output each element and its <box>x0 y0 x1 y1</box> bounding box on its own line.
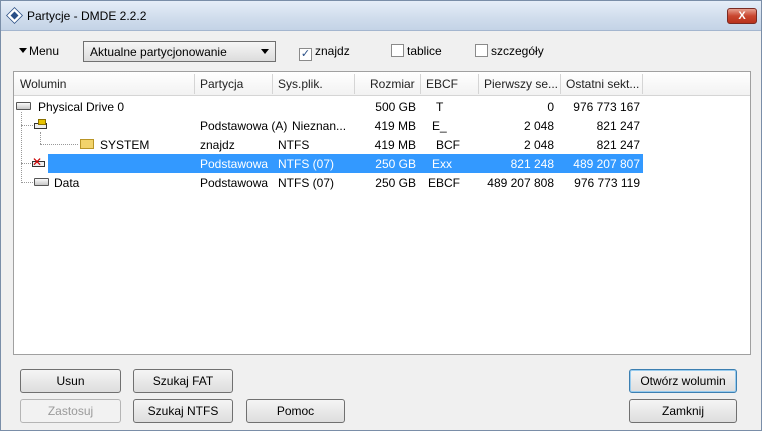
list-header: Wolumin Partycja Sys.plik. Rozmiar EBCF … <box>14 72 750 96</box>
title-bar: Partycje - DMDE 2.2.2 X <box>1 1 761 31</box>
checkbox-znajdz[interactable]: ✓ znajdz <box>299 44 350 61</box>
table-row-selected[interactable]: ✕ Podstawowa NTFS (07) 250 GB Exx 821 24… <box>14 154 750 173</box>
chevron-down-icon <box>261 49 269 54</box>
column-header-last-sector[interactable]: Ostatni sekt... <box>566 77 639 91</box>
app-icon <box>6 7 23 24</box>
table-row[interactable]: Podstawowa (A) Nieznan... 419 MB E_ 2 04… <box>14 116 750 135</box>
column-header-partycja[interactable]: Partycja <box>200 77 243 91</box>
folder-icon <box>80 139 94 149</box>
search-ntfs-button[interactable]: Szukaj NTFS <box>133 399 233 423</box>
apply-button[interactable]: Zastosuj <box>20 399 121 423</box>
table-row[interactable]: Physical Drive 0 500 GB T 0 976 773 167 <box>14 97 750 116</box>
column-header-ebcf[interactable]: EBCF <box>426 77 458 91</box>
checkbox-szczegoly[interactable]: szczegóły <box>475 44 544 58</box>
menu-button[interactable]: Menu <box>19 44 59 58</box>
table-row[interactable]: Data Podstawowa NTFS (07) 250 GB EBCF 48… <box>14 173 750 192</box>
hard-drive-icon <box>16 102 31 110</box>
missing-volume-icon: ✕ <box>30 156 46 168</box>
help-button[interactable]: Pomoc <box>246 399 345 423</box>
open-volume-button[interactable]: Otwórz wolumin <box>629 369 737 393</box>
delete-button[interactable]: Usun <box>20 369 121 393</box>
checkbox-checked-icon: ✓ <box>299 48 312 61</box>
close-button[interactable]: X <box>727 8 757 24</box>
column-header-rozmiar[interactable]: Rozmiar <box>370 77 415 91</box>
search-fat-button[interactable]: Szukaj FAT <box>133 369 233 393</box>
partitioning-mode-select[interactable]: Aktualne partycjonowanie <box>83 41 276 62</box>
table-row[interactable]: SYSTEM znajdz NTFS 419 MB BCF 2 048 821 … <box>14 135 750 154</box>
window-title: Partycje - DMDE 2.2.2 <box>27 9 147 23</box>
checkbox-tablice[interactable]: tablice <box>391 44 442 58</box>
caret-down-icon <box>19 48 27 53</box>
column-header-sys[interactable]: Sys.plik. <box>278 77 323 91</box>
close-dialog-button[interactable]: Zamknij <box>629 399 737 423</box>
column-header-first-sector[interactable]: Pierwszy se... <box>484 77 558 91</box>
partition-list[interactable]: Wolumin Partycja Sys.plik. Rozmiar EBCF … <box>13 71 751 355</box>
dmde-partitions-window: Partycje - DMDE 2.2.2 X Menu Aktualne pa… <box>0 0 762 431</box>
volume-icon <box>34 178 49 186</box>
column-header-wolumin[interactable]: Wolumin <box>20 77 66 91</box>
locked-volume-icon <box>32 119 48 130</box>
